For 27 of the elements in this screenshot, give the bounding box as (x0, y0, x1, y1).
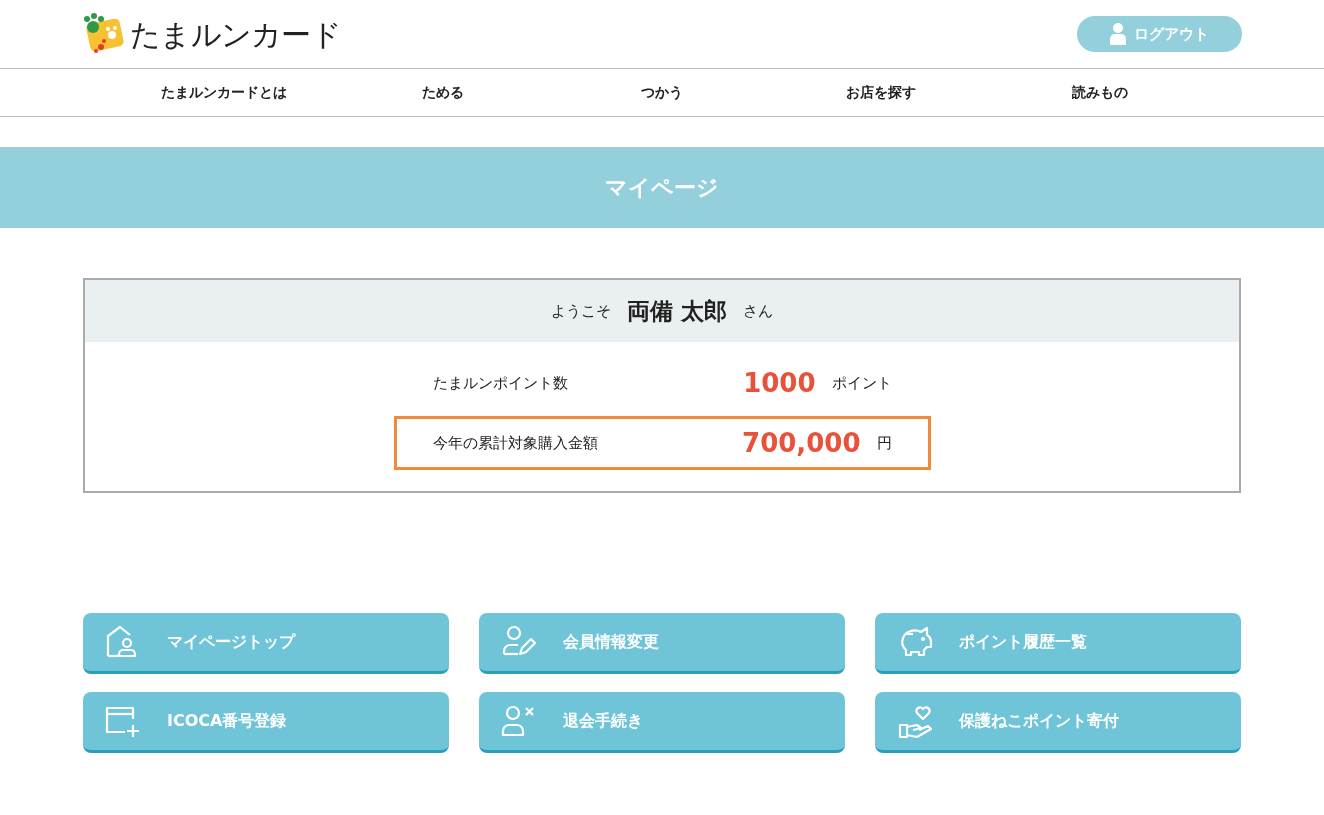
welcome-text: ようこそ (551, 300, 611, 322)
hand-heart-icon (897, 703, 933, 739)
stat-value: 1000 (742, 366, 816, 400)
logo-icon (82, 13, 126, 55)
stat-label: 今年の累計対象購入金額 (432, 432, 599, 454)
honorific-text: さん (743, 300, 773, 322)
user-name: 両備 太郎 (627, 296, 727, 326)
nav-link[interactable]: たまルンカードとは (114, 82, 334, 103)
menu-button[interactable]: ICOCA番号登録 (83, 692, 449, 753)
stat-label: たまルンポイント数 (432, 372, 569, 394)
stat-unit: 円 (876, 432, 892, 454)
user-icon (1110, 23, 1126, 45)
logout-button[interactable]: ログアウト (1077, 16, 1242, 52)
user-remove-icon (501, 703, 537, 739)
menu-button[interactable]: 退会手続き (479, 692, 845, 753)
menu-button[interactable]: 保護ねこポイント寄付 (875, 692, 1241, 753)
nav-link[interactable]: 読みもの (990, 82, 1210, 103)
menu-button[interactable]: マイページトップ (83, 613, 449, 674)
stat-value: 700,000 (741, 426, 861, 460)
stat-unit: ポイント (831, 372, 892, 394)
nav-link[interactable]: お店を探す (771, 82, 991, 103)
logo-text[interactable]: たまルンカード (130, 11, 341, 57)
page-title: マイページ (605, 174, 719, 202)
nav-link[interactable]: ためる (333, 82, 553, 103)
menu-button[interactable]: ポイント履歴一覧 (875, 613, 1241, 674)
menu-button[interactable]: 会員情報変更 (479, 613, 845, 674)
nav-link[interactable]: つかう (552, 82, 772, 103)
